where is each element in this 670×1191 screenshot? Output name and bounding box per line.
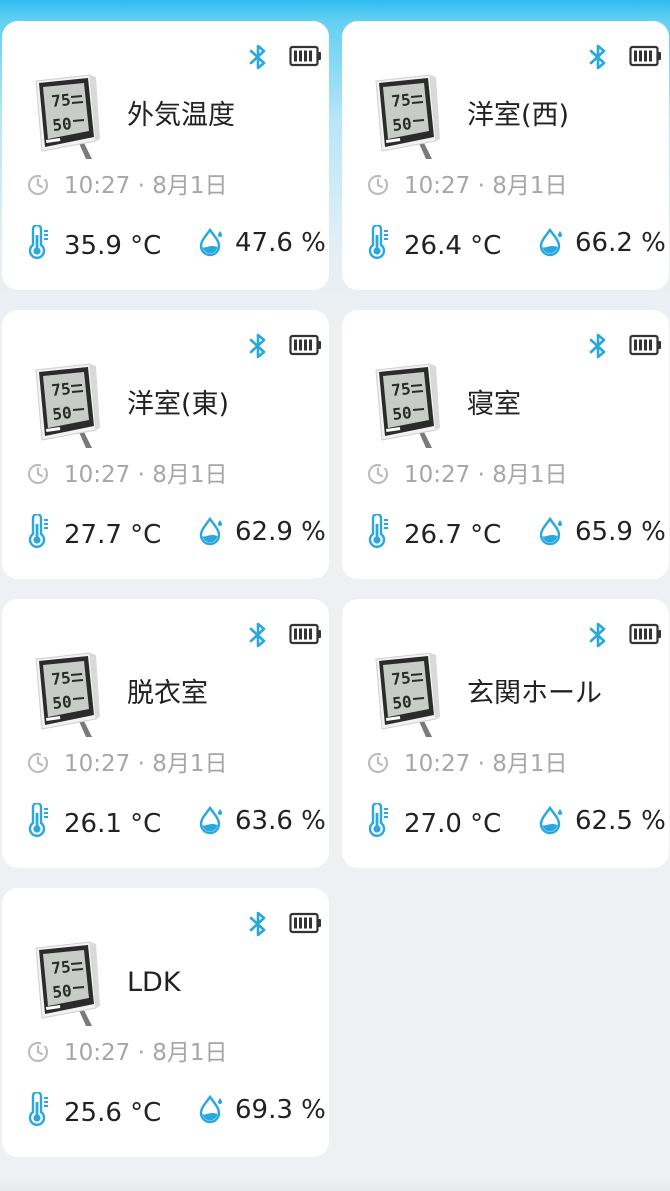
- thermometer-icon: [28, 225, 48, 259]
- sensor-card[interactable]: 75 50 洋室(東) 10:27 · 8月1日 27.7 °C 62.9 %: [2, 310, 329, 579]
- thermometer-icon: [368, 803, 388, 837]
- temperature-value: 26.1 °C: [64, 809, 162, 839]
- battery-full-icon: [289, 45, 321, 67]
- sensor-card[interactable]: 75 50 玄関ホール 10:27 · 8月1日 27.0 °C 62.5 %: [342, 599, 669, 868]
- sensor-card[interactable]: 75 50 LDK 10:27 · 8月1日 25.6 °C 69.3 %: [2, 888, 329, 1157]
- sensor-name: 玄関ホール: [467, 678, 602, 709]
- clock-icon: [27, 174, 49, 196]
- water-drop-icon: [539, 805, 562, 835]
- sensor-name: 寝室: [467, 389, 521, 420]
- last-updated-time: 10:27 · 8月1日: [64, 173, 228, 199]
- thermometer-icon: [28, 803, 48, 837]
- svg-text:50: 50: [391, 403, 412, 424]
- battery-full-icon: [629, 623, 661, 645]
- svg-text:75: 75: [390, 379, 411, 400]
- thermo-hygrometer-device-image: 75 50: [35, 363, 100, 448]
- sensor-card[interactable]: 75 50 脱衣室 10:27 · 8月1日 26.1 °C 63.6 %: [2, 599, 329, 868]
- svg-text:50: 50: [51, 981, 72, 1002]
- bluetooth-icon: [589, 622, 606, 648]
- svg-text:50: 50: [391, 114, 412, 135]
- sensor-name: 外気温度: [127, 100, 235, 131]
- svg-text:75: 75: [390, 90, 411, 111]
- last-updated-time: 10:27 · 8月1日: [64, 462, 228, 488]
- sensor-name: 脱衣室: [127, 678, 208, 709]
- water-drop-icon: [539, 227, 562, 257]
- temperature-value: 35.9 °C: [64, 231, 162, 261]
- temperature-value: 27.7 °C: [64, 520, 162, 550]
- temperature-value: 26.7 °C: [404, 520, 502, 550]
- clock-icon: [27, 752, 49, 774]
- last-updated-time: 10:27 · 8月1日: [64, 751, 228, 777]
- thermometer-icon: [28, 1092, 48, 1126]
- sensor-name: 洋室(西): [467, 100, 570, 131]
- svg-text:75: 75: [50, 957, 71, 978]
- last-updated-time: 10:27 · 8月1日: [64, 1040, 228, 1066]
- sensor-name: 洋室(東): [127, 389, 230, 420]
- humidity-value: 47.6 %: [235, 228, 326, 258]
- bluetooth-icon: [589, 333, 606, 359]
- svg-text:75: 75: [50, 379, 71, 400]
- svg-text:75: 75: [50, 668, 71, 689]
- water-drop-icon: [199, 516, 222, 546]
- clock-icon: [367, 174, 389, 196]
- humidity-value: 65.9 %: [575, 517, 666, 547]
- bluetooth-icon: [249, 911, 266, 937]
- sensor-card[interactable]: 75 50 洋室(西) 10:27 · 8月1日 26.4 °C 66.2 %: [342, 21, 669, 290]
- bluetooth-icon: [589, 44, 606, 70]
- clock-icon: [367, 752, 389, 774]
- svg-text:50: 50: [51, 114, 72, 135]
- humidity-value: 63.6 %: [235, 806, 326, 836]
- clock-icon: [27, 463, 49, 485]
- bluetooth-icon: [249, 333, 266, 359]
- thermometer-icon: [28, 514, 48, 548]
- water-drop-icon: [199, 1094, 222, 1124]
- clock-icon: [367, 463, 389, 485]
- last-updated-time: 10:27 · 8月1日: [404, 751, 568, 777]
- temperature-value: 25.6 °C: [64, 1098, 162, 1128]
- thermometer-icon: [368, 514, 388, 548]
- battery-full-icon: [289, 623, 321, 645]
- battery-full-icon: [629, 334, 661, 356]
- svg-text:50: 50: [391, 692, 412, 713]
- temperature-value: 27.0 °C: [404, 809, 502, 839]
- battery-full-icon: [289, 912, 321, 934]
- humidity-value: 62.5 %: [575, 806, 666, 836]
- battery-full-icon: [289, 334, 321, 356]
- thermo-hygrometer-device-image: 75 50: [375, 74, 440, 159]
- water-drop-icon: [539, 516, 562, 546]
- svg-text:75: 75: [390, 668, 411, 689]
- humidity-value: 62.9 %: [235, 517, 326, 547]
- thermo-hygrometer-device-image: 75 50: [375, 363, 440, 448]
- sensor-grid: 75 50 外気温度 10:27 · 8月1日 35.9 °C 47.6 % 7…: [0, 0, 670, 1191]
- bluetooth-icon: [249, 622, 266, 648]
- thermo-hygrometer-device-image: 75 50: [35, 652, 100, 737]
- bottom-edge: [0, 1178, 670, 1191]
- humidity-value: 66.2 %: [575, 228, 666, 258]
- battery-full-icon: [629, 45, 661, 67]
- thermo-hygrometer-device-image: 75 50: [35, 941, 100, 1026]
- thermo-hygrometer-device-image: 75 50: [35, 74, 100, 159]
- svg-text:50: 50: [51, 403, 72, 424]
- water-drop-icon: [199, 227, 222, 257]
- temperature-value: 26.4 °C: [404, 231, 502, 261]
- svg-text:75: 75: [50, 90, 71, 111]
- bluetooth-icon: [249, 44, 266, 70]
- clock-icon: [27, 1041, 49, 1063]
- humidity-value: 69.3 %: [235, 1095, 326, 1125]
- sensor-card[interactable]: 75 50 寝室 10:27 · 8月1日 26.7 °C 65.9 %: [342, 310, 669, 579]
- last-updated-time: 10:27 · 8月1日: [404, 462, 568, 488]
- thermo-hygrometer-device-image: 75 50: [375, 652, 440, 737]
- sensor-card[interactable]: 75 50 外気温度 10:27 · 8月1日 35.9 °C 47.6 %: [2, 21, 329, 290]
- thermometer-icon: [368, 225, 388, 259]
- sensor-name: LDK: [127, 967, 181, 998]
- last-updated-time: 10:27 · 8月1日: [404, 173, 568, 199]
- water-drop-icon: [199, 805, 222, 835]
- svg-text:50: 50: [51, 692, 72, 713]
